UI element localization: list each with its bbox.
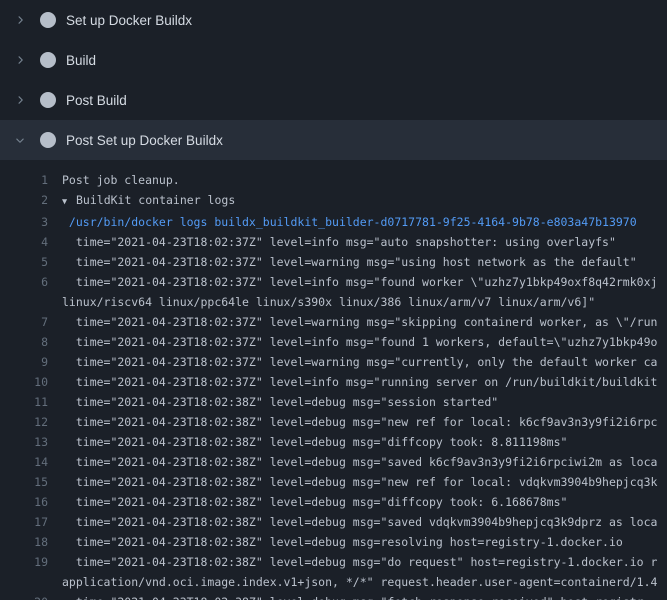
log-line-number[interactable]: 8 [0, 332, 48, 352]
log-line-text: time="2021-04-23T18:02:37Z" level=warnin… [62, 252, 667, 272]
log-line-number[interactable]: 20 [0, 592, 48, 600]
log-line-text: time="2021-04-23T18:02:38Z" level=debug … [62, 452, 667, 472]
step-list: Set up Docker Buildx Build Post Build Post … [0, 0, 667, 160]
log-line-number[interactable]: 7 [0, 312, 48, 332]
log-line-number[interactable]: 14 [0, 452, 48, 472]
step-header-post-set-up-docker-buildx[interactable]: Post Set up Docker Buildx [0, 120, 667, 160]
log-line: 6 time="2021-04-23T18:02:37Z" level=info… [0, 272, 667, 312]
chevron-right-icon [14, 54, 32, 66]
check-circle-icon [40, 92, 56, 108]
log-line-number[interactable]: 10 [0, 372, 48, 392]
check-circle-icon [40, 132, 56, 148]
log-line: 16 time="2021-04-23T18:02:38Z" level=deb… [0, 492, 667, 512]
log-line-text: time="2021-04-23T18:02:37Z" level=warnin… [62, 352, 667, 372]
log-line-text: time="2021-04-23T18:02:37Z" level=info m… [62, 372, 667, 392]
log-line-number[interactable]: 16 [0, 492, 48, 512]
check-circle-icon [40, 12, 56, 28]
step-label: Set up Docker Buildx [66, 13, 192, 28]
log-line: 5 time="2021-04-23T18:02:37Z" level=warn… [0, 252, 667, 272]
log-line-text: time="2021-04-23T18:02:38Z" level=debug … [62, 432, 667, 452]
group-title: BuildKit container logs [76, 193, 235, 207]
log-line: 8 time="2021-04-23T18:02:37Z" level=info… [0, 332, 667, 352]
log-line: 1 Post job cleanup. [0, 170, 667, 190]
log-line-text: time="2021-04-23T18:02:38Z" level=debug … [62, 592, 667, 600]
log-line-text: time="2021-04-23T18:02:38Z" level=debug … [62, 512, 667, 532]
step-label: Build [66, 53, 96, 68]
log-line-text: time="2021-04-23T18:02:38Z" level=debug … [62, 552, 667, 592]
log-line: 14 time="2021-04-23T18:02:38Z" level=deb… [0, 452, 667, 472]
log-line-number[interactable]: 19 [0, 552, 48, 572]
log-line: 17 time="2021-04-23T18:02:38Z" level=deb… [0, 512, 667, 532]
workflow-log-panel: Set up Docker Buildx Build Post Build Post … [0, 0, 667, 600]
log-line-text: time="2021-04-23T18:02:38Z" level=debug … [62, 412, 667, 432]
chevron-right-icon [14, 14, 32, 26]
chevron-down-icon [14, 134, 32, 146]
log-line-number[interactable]: 1 [0, 170, 48, 190]
log-lines: 1 Post job cleanup. 2 ▼BuildKit container l… [0, 160, 667, 600]
log-line-number[interactable]: 3 [0, 212, 48, 232]
log-line-number[interactable]: 15 [0, 472, 48, 492]
log-line: 4 time="2021-04-23T18:02:37Z" level=info… [0, 232, 667, 252]
log-line: 20 time="2021-04-23T18:02:38Z" level=deb… [0, 592, 667, 600]
group-toggle-icon[interactable]: ▼ [62, 192, 76, 212]
log-line-number[interactable]: 11 [0, 392, 48, 412]
log-line-number[interactable]: 17 [0, 512, 48, 532]
step-label: Post Set up Docker Buildx [66, 133, 223, 148]
log-line-number[interactable]: 9 [0, 352, 48, 372]
log-line: 19 time="2021-04-23T18:02:38Z" level=deb… [0, 552, 667, 592]
step-header-set-up-docker-buildx[interactable]: Set up Docker Buildx [0, 0, 667, 40]
step-header-post-build[interactable]: Post Build [0, 80, 667, 120]
log-line: 2 ▼BuildKit container logs [0, 190, 667, 212]
check-circle-icon [40, 52, 56, 68]
log-line-text: time="2021-04-23T18:02:37Z" level=warnin… [62, 312, 667, 332]
log-command-text: /usr/bin/docker logs buildx_buildkit_bui… [62, 212, 667, 232]
log-line: 7 time="2021-04-23T18:02:37Z" level=warn… [0, 312, 667, 332]
log-line-number[interactable]: 5 [0, 252, 48, 272]
log-line-number[interactable]: 2 [0, 190, 48, 210]
log-line-number[interactable]: 12 [0, 412, 48, 432]
log-line: 12 time="2021-04-23T18:02:38Z" level=deb… [0, 412, 667, 432]
log-line-text: time="2021-04-23T18:02:37Z" level=info m… [62, 232, 667, 252]
log-line-text: time="2021-04-23T18:02:38Z" level=debug … [62, 392, 667, 412]
log-line: 10 time="2021-04-23T18:02:37Z" level=inf… [0, 372, 667, 392]
log-line-text: Post job cleanup. [62, 170, 667, 190]
step-header-build[interactable]: Build [0, 40, 667, 80]
step-label: Post Build [66, 93, 127, 108]
log-line-text: time="2021-04-23T18:02:38Z" level=debug … [62, 532, 667, 552]
log-line-number[interactable]: 18 [0, 532, 48, 552]
log-line-text: time="2021-04-23T18:02:38Z" level=debug … [62, 472, 667, 492]
log-line-text: time="2021-04-23T18:02:37Z" level=info m… [62, 272, 667, 312]
log-line-number[interactable]: 6 [0, 272, 48, 292]
log-line: 13 time="2021-04-23T18:02:38Z" level=deb… [0, 432, 667, 452]
log-line-number[interactable]: 13 [0, 432, 48, 452]
log-line: 18 time="2021-04-23T18:02:38Z" level=deb… [0, 532, 667, 552]
log-line-text: time="2021-04-23T18:02:38Z" level=debug … [62, 492, 667, 512]
log-line: 9 time="2021-04-23T18:02:37Z" level=warn… [0, 352, 667, 372]
log-line: 11 time="2021-04-23T18:02:38Z" level=deb… [0, 392, 667, 412]
log-line-text: time="2021-04-23T18:02:37Z" level=info m… [62, 332, 667, 352]
chevron-right-icon [14, 94, 32, 106]
log-line-number[interactable]: 4 [0, 232, 48, 252]
log-line: 15 time="2021-04-23T18:02:38Z" level=deb… [0, 472, 667, 492]
log-group-header[interactable]: ▼BuildKit container logs [62, 190, 667, 212]
log-line: 3 /usr/bin/docker logs buildx_buildkit_b… [0, 212, 667, 232]
